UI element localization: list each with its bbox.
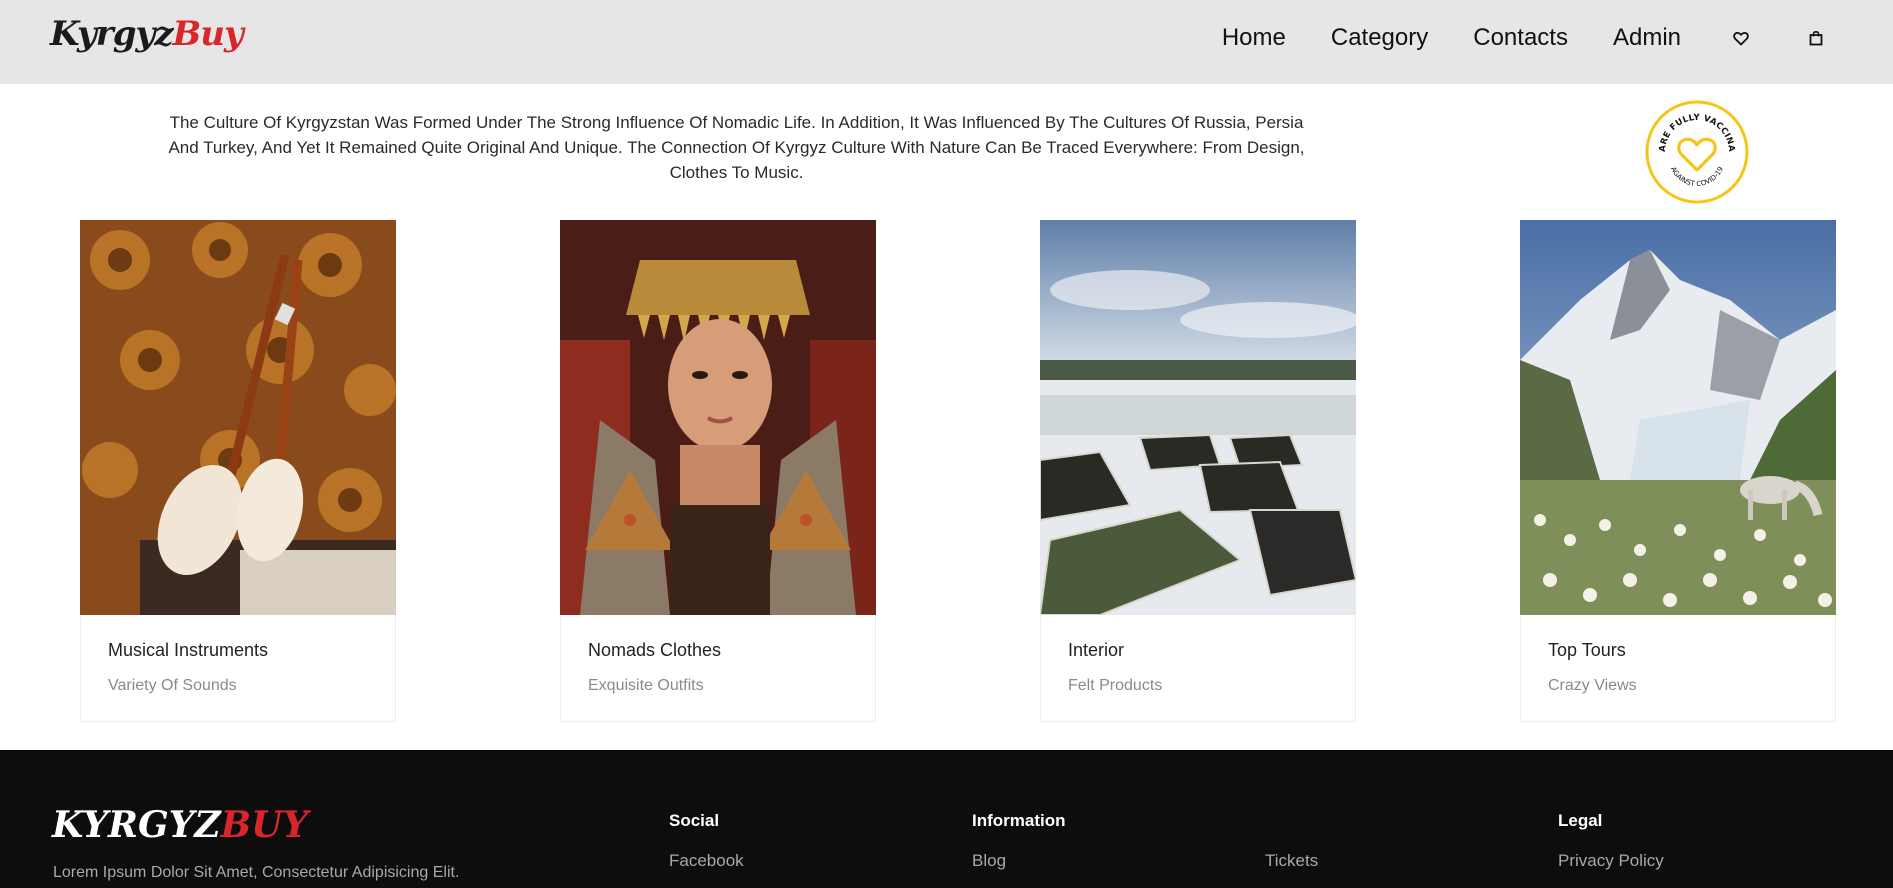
musical-instruments-image[interactable] (80, 220, 396, 615)
card-subtitle: Crazy Views (1548, 677, 1637, 694)
footer-link-blog[interactable]: Blog (972, 851, 1006, 871)
footer-heading-legal: Legal (1558, 811, 1603, 830)
vaccinated-badge: WE ARE FULLY VACCINATED AGAINST COVID-19 (1640, 93, 1749, 204)
nav-category[interactable]: Category (1331, 22, 1428, 54)
nav-home[interactable]: Home (1222, 22, 1286, 54)
card-title[interactable]: Top Tours (1548, 640, 1626, 661)
nav-contacts[interactable]: Contacts (1473, 22, 1568, 54)
footer-link-tickets[interactable]: Tickets (1265, 851, 1318, 871)
footer-logo-accent: BUY (220, 804, 309, 846)
card-title[interactable]: Interior (1068, 640, 1124, 661)
logo-text-primary: Kyrgyz (50, 14, 174, 54)
top-tours-image[interactable] (1520, 220, 1836, 615)
category-card-interior[interactable]: Interior Felt Products (1040, 220, 1356, 722)
card-subtitle: Felt Products (1068, 677, 1163, 694)
heart-icon[interactable] (1726, 22, 1756, 54)
footer-tagline: Lorem Ipsum Dolor Sit Amet, Consectetur … (53, 864, 460, 881)
footer-link-facebook[interactable]: Facebook (669, 851, 744, 871)
footer-heading-social: Social (669, 811, 720, 830)
nav-admin[interactable]: Admin (1613, 22, 1681, 54)
interior-image[interactable] (1040, 220, 1356, 615)
footer-logo-primary: KYRGYZ (52, 804, 221, 846)
site-logo[interactable]: KyrgyzBuy (50, 14, 244, 54)
footer-link-privacy-policy[interactable]: Privacy Policy (1558, 851, 1664, 871)
category-card-musical-instruments[interactable]: Musical Instruments Variety Of Sounds (80, 220, 396, 722)
main-nav: Home Category Contacts Admin (1177, 22, 1831, 54)
intro-text: The Culture Of Kyrgyzstan Was Formed Und… (168, 113, 1305, 182)
card-subtitle: Variety Of Sounds (108, 677, 237, 694)
footer-logo[interactable]: KYRGYZBUY (52, 804, 308, 846)
nomads-clothes-image[interactable] (560, 220, 876, 615)
category-card-nomads-clothes[interactable]: Nomads Clothes Exquisite Outfits (560, 220, 876, 722)
card-subtitle: Exquisite Outfits (588, 677, 704, 694)
site-footer: KYRGYZBUY Lorem Ipsum Dolor Sit Amet, Co… (0, 750, 1893, 888)
category-card-top-tours[interactable]: Top Tours Crazy Views (1520, 220, 1836, 722)
site-header: KyrgyzBuy Home Category Contacts Admin (0, 0, 1893, 84)
card-title[interactable]: Nomads Clothes (588, 640, 721, 661)
footer-heading-information: Information (972, 811, 1066, 830)
logo-text-accent: Buy (172, 14, 244, 54)
card-title[interactable]: Musical Instruments (108, 640, 268, 661)
shopping-bag-icon[interactable] (1801, 22, 1831, 54)
